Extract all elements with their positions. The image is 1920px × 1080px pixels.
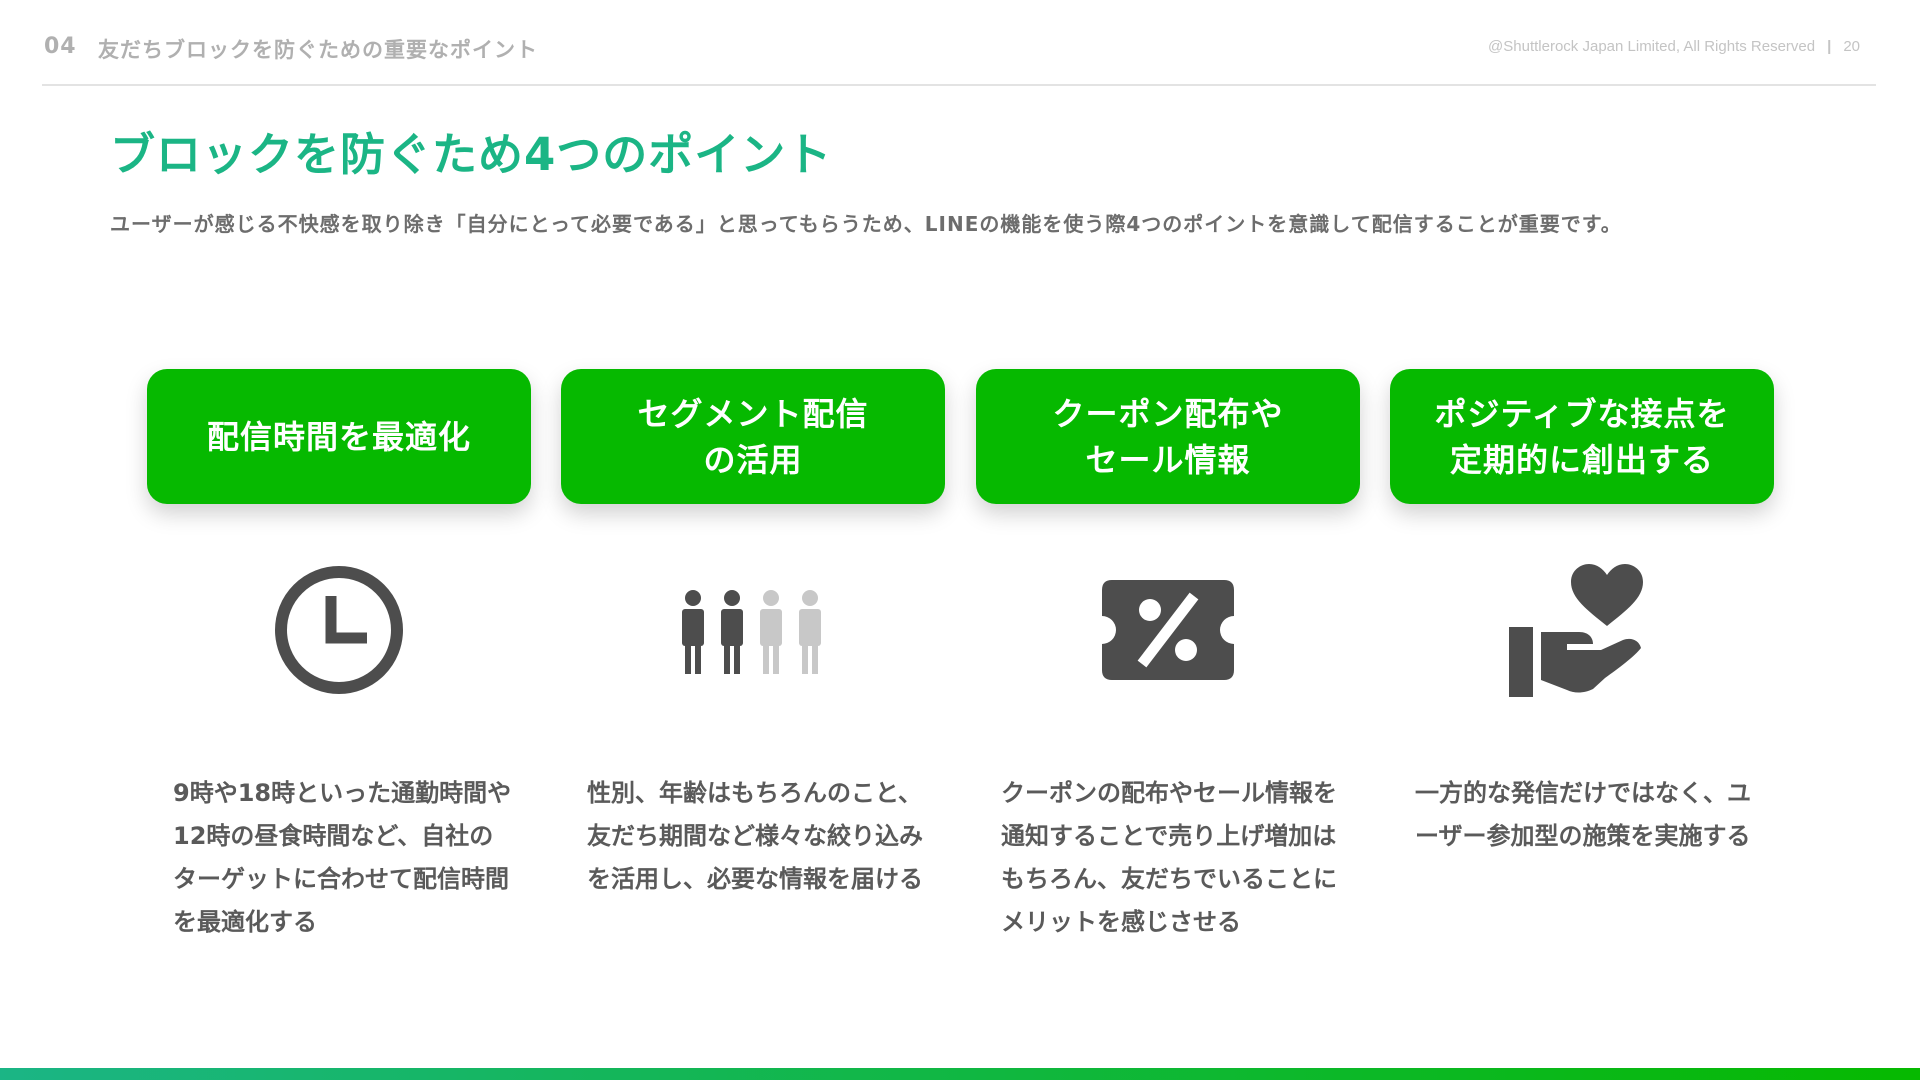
lead-text: ユーザーが感じる不快感を取り除き「自分にとって必要である」と思ってもらうため、L… [110,212,1622,236]
bottom-accent-bar [0,1068,1920,1080]
point-card-3: クーポン配布や セール情報 [976,369,1360,504]
page-number: 20 [1843,38,1860,55]
hand-heart-icon [1509,564,1643,697]
point-label-4: ポジティブな接点を 定期的に創出する [1434,394,1730,479]
point-card-2: セグメント配信 の活用 [561,369,945,504]
copyright-text: @Shuttlerock Japan Limited, All Rights R… [1488,38,1816,55]
clock-icon [275,566,403,694]
point-description-2: 性別、年齢はもちろんのこと、友だち期間など様々な絞り込みを活用し、必要な情報を届… [587,779,923,893]
point-card-4: ポジティブな接点を 定期的に創出する [1390,369,1774,504]
section-title: 友だちブロックを防ぐための重要なポイント [98,38,538,62]
point-card-1: 配信時間を最適化 [147,369,531,504]
slide-header: 04 友だちブロックを防ぐための重要なポイント @Shuttlerock Jap… [42,30,1876,86]
footer-info: @Shuttlerock Japan Limited, All Rights R… [1488,38,1860,55]
section-number: 04 [44,34,77,59]
point-label-1: 配信時間を最適化 [206,417,471,456]
point-label-3: クーポン配布や セール情報 [1052,394,1284,479]
page-title: ブロックを防ぐため4つのポイント [110,128,833,181]
people-segment-icon [682,590,821,674]
separator: | [1827,38,1832,55]
point-description-3: クーポンの配布やセール情報を通知することで売り上げ増加はもちろん、友だちでいるこ… [1001,779,1337,936]
point-description-4: 一方的な発信だけではなく、ユーザー参加型の施策を実施する [1415,779,1751,850]
point-label-2: セグメント配信 の活用 [637,394,869,479]
point-description-1: 9時や18時といった通勤時間や12時の昼食時間など、自社のターゲットに合わせて配… [173,779,512,936]
coupon-percent-icon [1102,580,1234,680]
